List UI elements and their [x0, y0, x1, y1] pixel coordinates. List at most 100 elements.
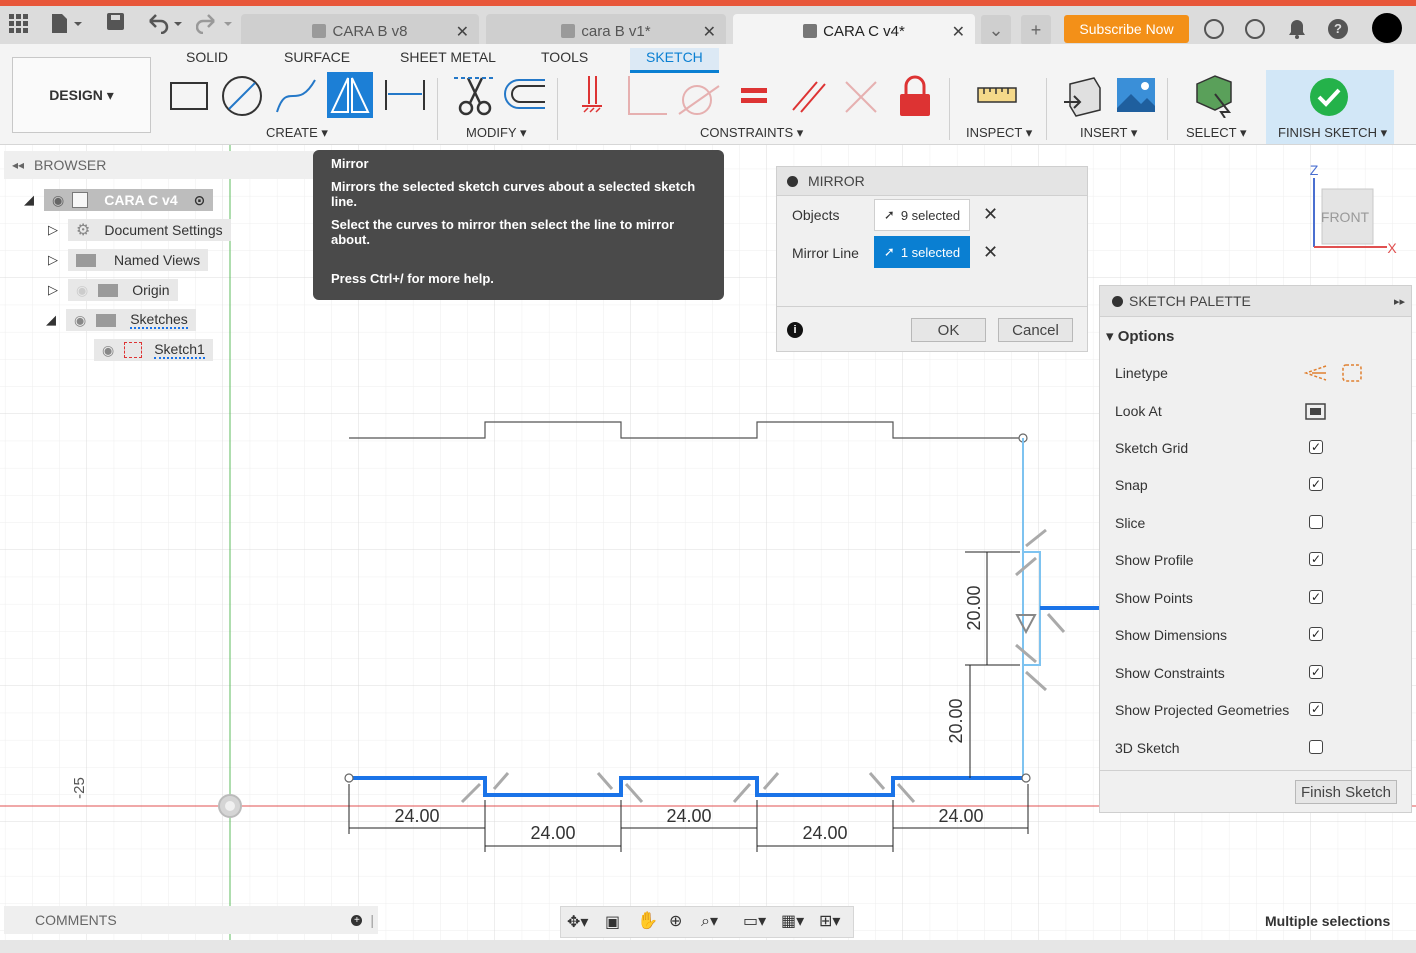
insert-derive-icon[interactable] [1060, 72, 1106, 118]
ok-button[interactable]: OK [911, 318, 986, 342]
show-profile-checkbox[interactable]: ✓ [1309, 552, 1323, 566]
finish-checkmark-icon[interactable] [1309, 77, 1349, 117]
display-settings-icon[interactable]: ▭▾ [743, 911, 766, 931]
options-section-toggle[interactable]: ▾ Options [1106, 327, 1174, 345]
collapse-icon[interactable] [787, 175, 798, 187]
tab-sheet-metal[interactable]: SHEET METAL [400, 48, 496, 70]
file-icon[interactable] [50, 12, 84, 34]
inspect-menu[interactable]: INSPECT ▾ [966, 125, 1032, 141]
clear-objects-icon[interactable]: ✕ [983, 204, 998, 225]
browser-item-document-settings[interactable]: ▷ ⚙ Document Settings [48, 218, 231, 242]
notification-bell-icon[interactable] [1287, 18, 1307, 40]
tab-list-chevron-icon[interactable]: ⌄ [981, 15, 1011, 45]
show-points-checkbox[interactable]: ✓ [1309, 590, 1323, 604]
visibility-eye-icon[interactable]: ◉ [52, 192, 64, 209]
activate-radio-icon[interactable]: ⊙ [194, 192, 206, 209]
construction-linetype-icon[interactable] [1304, 362, 1328, 384]
constraints-menu[interactable]: CONSTRAINTS ▾ [700, 125, 803, 141]
apps-grid-icon[interactable] [9, 14, 29, 34]
job-status-icon[interactable] [1245, 19, 1265, 39]
mirror-line-selection[interactable]: ➚ 1 selected [874, 236, 970, 268]
mirror-dialog-header[interactable]: MIRROR [777, 167, 1087, 196]
collapse-triangle-icon[interactable]: ◢ [46, 312, 56, 328]
tangent-constraint-icon[interactable] [677, 72, 723, 118]
clear-mirror-line-icon[interactable]: ✕ [983, 242, 998, 263]
slice-checkbox[interactable] [1309, 515, 1323, 529]
dimension-label[interactable]: 24.00 [394, 806, 439, 826]
grid-settings-icon[interactable]: ▦▾ [781, 911, 804, 931]
tab-surface[interactable]: SURFACE [284, 48, 350, 70]
spline-tool-icon[interactable] [273, 72, 319, 118]
collapse-panel-icon[interactable]: ◂◂ [12, 158, 24, 172]
expand-triangle-icon[interactable]: ▷ [48, 222, 58, 238]
visibility-eye-icon[interactable]: ◉ [102, 342, 114, 359]
sketch-point[interactable] [344, 773, 354, 783]
workspace-selector[interactable]: DESIGN ▾ [12, 57, 151, 133]
info-icon[interactable]: i [787, 322, 803, 338]
tab-solid[interactable]: SOLID [186, 48, 228, 70]
save-icon[interactable] [106, 12, 126, 32]
select-menu[interactable]: SELECT ▾ [1186, 125, 1246, 141]
rectangle-tool-icon[interactable] [166, 72, 212, 118]
viewports-icon[interactable]: ⊞▾ [819, 911, 840, 931]
comments-panel[interactable]: COMMENTS + | [4, 906, 378, 934]
browser-item-origin[interactable]: ▷ ◉ Origin [48, 278, 178, 302]
measure-ruler-icon[interactable] [974, 72, 1020, 118]
show-projected-geometries-checkbox[interactable]: ✓ [1309, 702, 1323, 716]
help-icon[interactable]: ? [1328, 19, 1348, 39]
viewcube-face-label[interactable]: FRONT [1321, 209, 1370, 225]
sketch-point[interactable] [1021, 773, 1031, 783]
dimension-label[interactable]: 24.00 [666, 806, 711, 826]
pan-hand-icon[interactable]: ✋ [637, 911, 658, 931]
show-dimensions-checkbox[interactable]: ✓ [1309, 627, 1323, 641]
insert-image-icon[interactable] [1113, 72, 1159, 118]
finish-sketch-button[interactable]: Finish Sketch [1295, 780, 1397, 804]
sync-icon[interactable] [1204, 19, 1224, 39]
coincident-constraint-icon[interactable] [838, 72, 884, 118]
zoom-icon[interactable]: ⊕ [669, 911, 682, 931]
modify-menu[interactable]: MODIFY ▾ [466, 125, 526, 141]
dimension-tool-icon[interactable] [382, 72, 428, 118]
add-comment-icon[interactable]: + [351, 914, 363, 926]
select-tool-icon[interactable] [1191, 72, 1237, 118]
sketch-grid-checkbox[interactable]: ✓ [1309, 440, 1323, 454]
new-tab-plus-icon[interactable]: + [1021, 15, 1051, 45]
look-at-icon[interactable] [1305, 400, 1327, 420]
3d-sketch-checkbox[interactable] [1309, 740, 1323, 754]
mirror-tool-button[interactable] [327, 72, 373, 118]
cancel-button[interactable]: Cancel [998, 318, 1073, 342]
fix-constraint-icon[interactable] [572, 72, 618, 118]
show-constraints-checkbox[interactable]: ✓ [1309, 665, 1323, 679]
subscribe-button[interactable]: Subscribe Now [1064, 15, 1189, 43]
finish-sketch-menu[interactable]: FINISH SKETCH ▾ [1278, 125, 1387, 141]
dimension-label[interactable]: 20.00 [964, 585, 984, 630]
browser-item-named-views[interactable]: ▷ Named Views [48, 248, 209, 272]
tab-cara-b-v1[interactable]: cara B v1* ✕ [486, 14, 726, 48]
parallel-constraint-icon[interactable] [785, 72, 831, 118]
equal-constraint-icon[interactable] [731, 72, 777, 118]
snap-checkbox[interactable]: ✓ [1309, 477, 1323, 491]
undo-icon[interactable] [146, 12, 186, 34]
tab-sketch[interactable]: SKETCH [630, 48, 719, 73]
redo-icon[interactable] [196, 12, 236, 34]
close-icon[interactable]: ✕ [703, 22, 716, 42]
offset-tool-icon[interactable] [503, 72, 549, 118]
orbit-icon[interactable]: ✥▾ [567, 912, 588, 932]
close-icon[interactable]: ✕ [456, 22, 469, 42]
dimension-label[interactable]: 24.00 [938, 806, 983, 826]
expand-panel-icon[interactable]: ▸▸ [1394, 295, 1405, 308]
objects-selection[interactable]: ➚ 9 selected [874, 199, 970, 231]
insert-menu[interactable]: INSERT ▾ [1080, 125, 1137, 141]
browser-item-sketch1[interactable]: ◉ Sketch1 [94, 338, 213, 362]
centerline-linetype-icon[interactable] [1341, 362, 1363, 384]
browser-root-item[interactable]: ◢ ◉ CARA C v4 ⊙ [24, 188, 214, 212]
create-menu[interactable]: CREATE ▾ [266, 125, 328, 141]
sketch-palette-header[interactable]: SKETCH PALETTE ▸▸ [1100, 286, 1411, 317]
browser-header[interactable]: ◂◂ BROWSER [4, 151, 314, 179]
look-at-nav-icon[interactable]: ▣ [605, 912, 620, 932]
collapse-icon[interactable] [1112, 295, 1123, 307]
dimension-label[interactable]: 20.00 [946, 698, 966, 743]
expand-triangle-icon[interactable]: ▷ [48, 252, 58, 268]
tab-cara-c-v4[interactable]: CARA C v4* ✕ [733, 14, 975, 48]
panel-grip-icon[interactable]: | [370, 912, 374, 928]
